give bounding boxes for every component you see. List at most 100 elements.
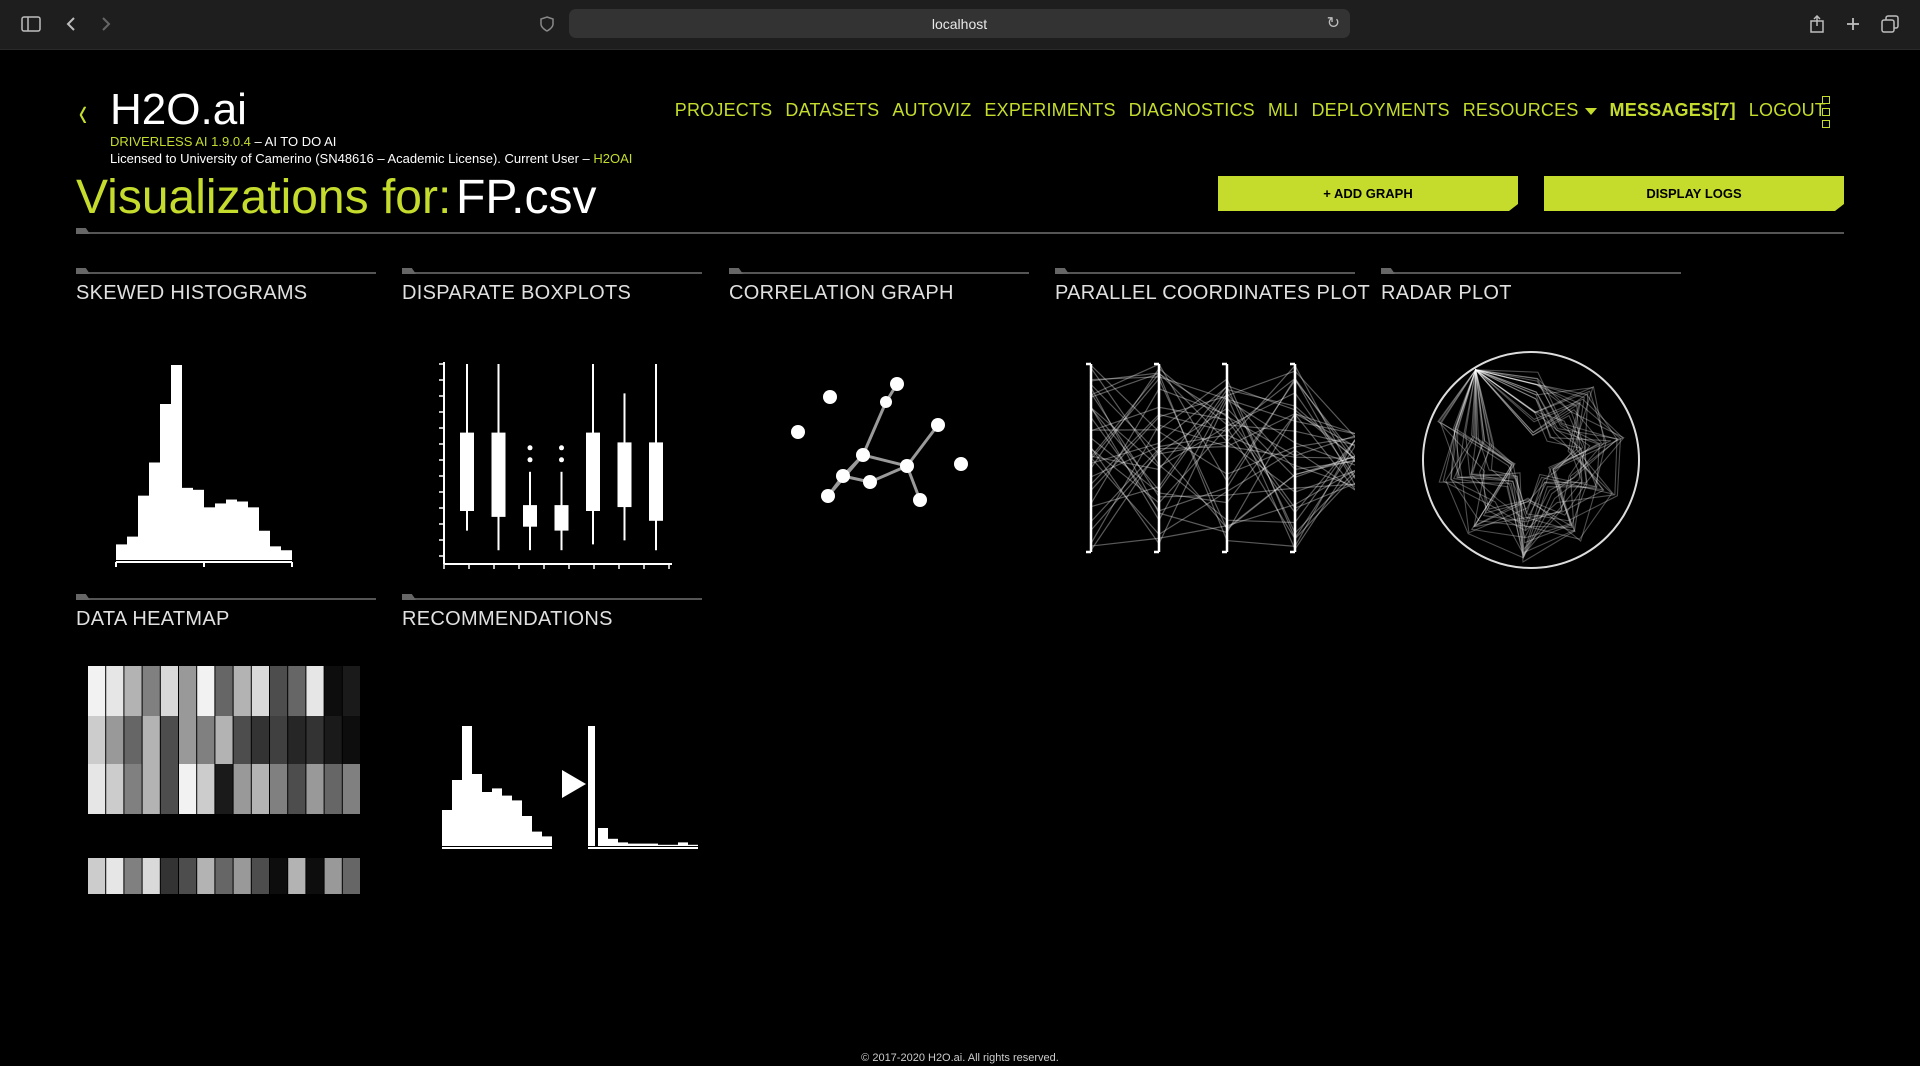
histogram-bar xyxy=(452,780,462,846)
card-parallel-coordinates[interactable]: PARALLEL COORDINATES PLOT xyxy=(1055,272,1370,554)
more-menu-icon[interactable] xyxy=(1822,96,1830,132)
histogram-bar xyxy=(226,499,237,560)
nav-experiments[interactable]: EXPERIMENTS xyxy=(984,100,1115,121)
heatmap-cell xyxy=(179,666,197,716)
heatmap-cell xyxy=(160,764,178,814)
current-user: H2OAI xyxy=(593,151,633,166)
correlation-graph-thumbnail[interactable] xyxy=(729,342,1029,582)
histogram-bar xyxy=(482,792,492,846)
data-heatmap-thumbnail[interactable] xyxy=(76,658,376,918)
histogram-bar xyxy=(588,726,595,846)
card-title[interactable]: PARALLEL COORDINATES PLOT xyxy=(1055,282,1370,305)
recommendations-thumbnail[interactable] xyxy=(402,658,702,918)
heatmap-cell xyxy=(288,764,306,814)
parallel-coordinates-thumbnail[interactable] xyxy=(1055,342,1355,582)
nav-autoviz[interactable]: AUTOVIZ xyxy=(892,100,971,121)
heatmap-cell xyxy=(124,858,142,894)
nav-resources[interactable]: RESOURCES xyxy=(1463,100,1597,121)
license-text: Licensed to University of Camerino (SN48… xyxy=(110,151,594,166)
caret-down-icon xyxy=(1584,107,1597,115)
heatmap-cell xyxy=(160,666,178,716)
arrow-right-icon xyxy=(562,770,586,798)
sidebar-icon[interactable] xyxy=(17,10,45,38)
nav-deployments[interactable]: DEPLOYMENTS xyxy=(1311,100,1449,121)
card-title[interactable]: SKEWED HISTOGRAMS xyxy=(76,282,376,305)
histogram-bar xyxy=(237,501,248,560)
card-skewed-histograms[interactable]: SKEWED HISTOGRAMS xyxy=(76,272,376,567)
skewed-histogram-thumbnail[interactable] xyxy=(76,342,376,582)
nav-mli[interactable]: MLI xyxy=(1268,100,1299,121)
histogram-bar xyxy=(542,836,552,846)
heatmap-cell xyxy=(251,764,269,814)
back-icon[interactable] xyxy=(57,10,85,38)
card-title[interactable]: DISPARATE BOXPLOTS xyxy=(402,282,702,305)
nav-messages[interactable]: MESSAGES[7] xyxy=(1610,100,1736,121)
heatmap-cell xyxy=(160,716,178,764)
card-divider xyxy=(76,598,376,600)
heatmap-cell xyxy=(106,764,124,814)
histogram-bar xyxy=(628,843,638,846)
nav-logout[interactable]: LOGOUT xyxy=(1749,100,1826,121)
card-disparate-boxplots[interactable]: DISPARATE BOXPLOTS xyxy=(402,272,702,569)
nav-projects[interactable]: PROJECTS xyxy=(675,100,773,121)
heatmap-cell xyxy=(215,716,233,764)
card-title[interactable]: RECOMMENDATIONS xyxy=(402,608,702,631)
histogram-bar xyxy=(658,844,668,846)
nav-datasets[interactable]: DATASETS xyxy=(785,100,879,121)
histogram-bar xyxy=(259,530,270,560)
forward-icon[interactable] xyxy=(92,10,120,38)
histogram-bar xyxy=(442,810,452,846)
version: DRIVERLESS AI 1.9.0.4 xyxy=(110,134,251,149)
heatmap-cell xyxy=(106,666,124,716)
card-title[interactable]: DATA HEATMAP xyxy=(76,608,376,631)
heatmap-cell xyxy=(88,666,106,716)
histogram-bar xyxy=(472,774,482,846)
boxplot-box xyxy=(649,442,663,521)
dataset-name: FP.csv xyxy=(456,171,597,224)
card-correlation-graph[interactable]: CORRELATION GRAPH xyxy=(729,272,1029,507)
histogram-bar xyxy=(215,503,226,560)
share-icon[interactable] xyxy=(1803,10,1831,38)
heatmap-cell xyxy=(142,666,160,716)
heatmap-cell xyxy=(251,716,269,764)
heatmap-cell xyxy=(106,858,124,894)
boxplot-box xyxy=(586,432,600,511)
histogram-bar xyxy=(182,487,193,560)
histogram-bar xyxy=(127,536,138,560)
brand-logo[interactable]: H2O.ai xyxy=(110,84,247,136)
histogram-bar xyxy=(116,544,127,560)
shield-icon xyxy=(533,10,561,38)
main-nav: PROJECTS DATASETS AUTOVIZ EXPERIMENTS DI… xyxy=(675,100,1826,121)
heatmap-cell xyxy=(288,666,306,716)
heatmap-cell xyxy=(233,858,251,894)
radar-plot-thumbnail[interactable] xyxy=(1381,342,1681,582)
histogram-bar xyxy=(668,844,678,846)
footer-copyright: © 2017-2020 H2O.ai. All rights reserved. xyxy=(861,1052,1059,1064)
boxplot-box xyxy=(523,505,537,527)
card-divider xyxy=(1381,272,1681,274)
heatmap-cell xyxy=(106,716,124,764)
heatmap-cell xyxy=(306,666,324,716)
histogram-bar xyxy=(270,546,281,560)
card-radar-plot[interactable]: RADAR PLOT xyxy=(1381,272,1681,569)
add-graph-button[interactable]: + ADD GRAPH xyxy=(1218,176,1518,211)
brand-chevron-icon[interactable]: ‹ xyxy=(79,91,87,133)
heatmap-cell xyxy=(324,764,342,814)
histogram-bar xyxy=(462,726,472,846)
boxplots-thumbnail[interactable] xyxy=(402,342,702,582)
tabs-icon[interactable] xyxy=(1876,10,1904,38)
url-field[interactable]: localhost ↻ xyxy=(569,9,1350,38)
heatmap-cell xyxy=(179,764,197,814)
card-recommendations[interactable]: RECOMMENDATIONS xyxy=(402,598,702,849)
new-tab-icon[interactable] xyxy=(1839,10,1867,38)
boxplot-box xyxy=(491,432,506,517)
url-text: localhost xyxy=(931,15,988,32)
display-logs-button[interactable]: DISPLAY LOGS xyxy=(1544,176,1844,211)
nav-diagnostics[interactable]: DIAGNOSTICS xyxy=(1129,100,1255,121)
card-data-heatmap[interactable]: DATA HEATMAP xyxy=(76,598,376,894)
card-title[interactable]: CORRELATION GRAPH xyxy=(729,282,1029,305)
card-divider xyxy=(1055,272,1355,274)
card-divider xyxy=(402,598,702,600)
card-title[interactable]: RADAR PLOT xyxy=(1381,282,1681,305)
reload-icon[interactable]: ↻ xyxy=(1327,13,1340,33)
